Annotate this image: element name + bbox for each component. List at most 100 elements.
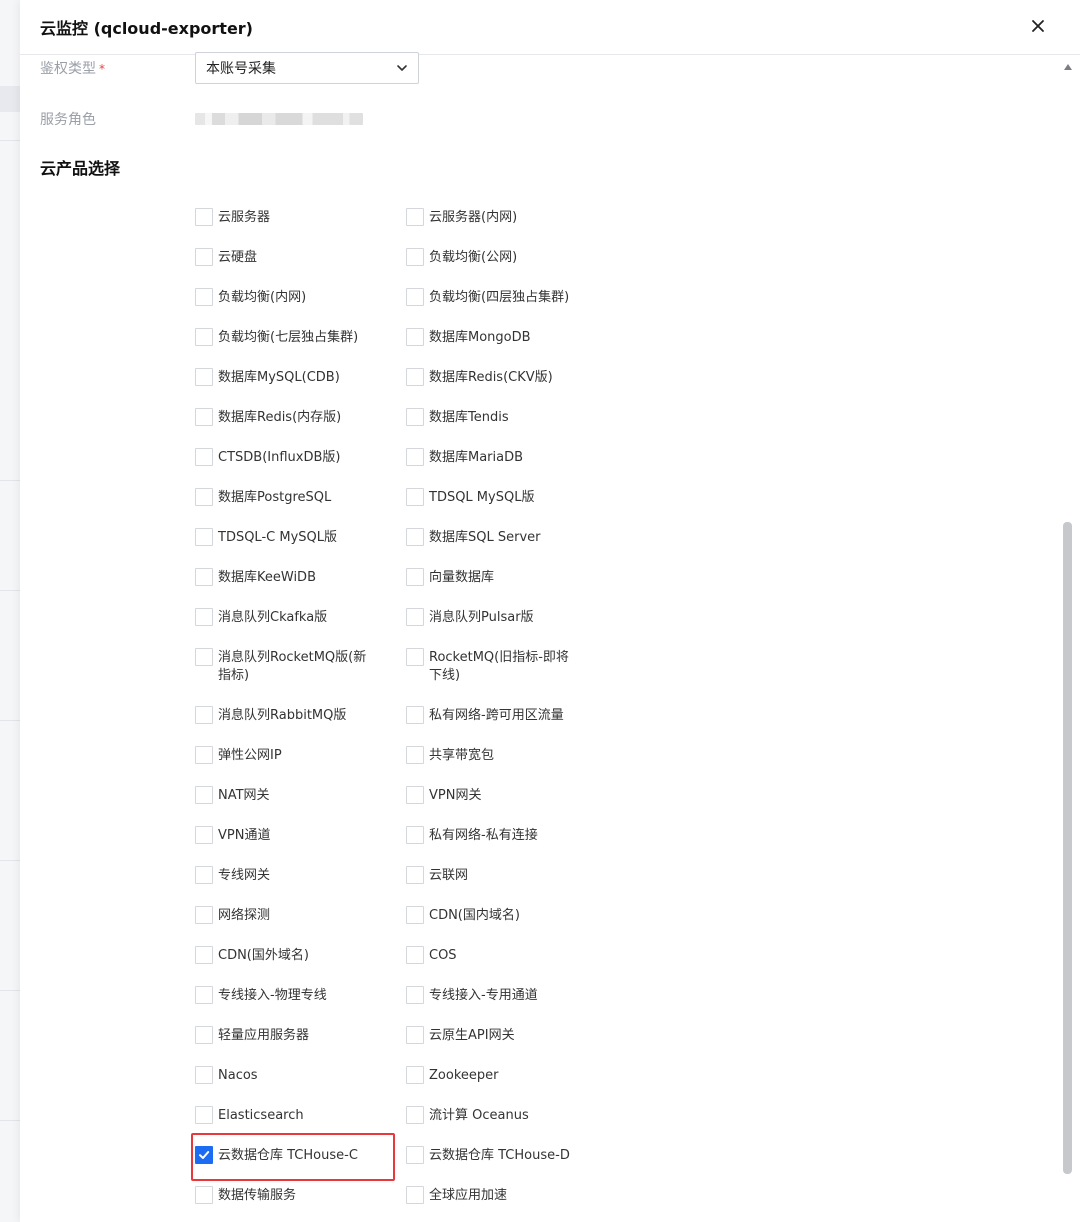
- product-checkbox-item[interactable]: Nacos: [195, 1066, 368, 1085]
- product-checkbox-item[interactable]: CDN(国外域名): [195, 946, 368, 965]
- product-checkbox-item[interactable]: COS: [406, 946, 579, 965]
- product-checkbox-item[interactable]: 向量数据库: [406, 568, 579, 587]
- checkbox[interactable]: [195, 986, 213, 1004]
- product-checkbox-item[interactable]: 共享带宽包: [406, 746, 579, 765]
- product-checkbox-item[interactable]: 数据库Tendis: [406, 408, 579, 427]
- checkbox[interactable]: [195, 568, 213, 586]
- product-checkbox-item[interactable]: 专线接入-专用通道: [406, 986, 579, 1005]
- checkbox[interactable]: [195, 528, 213, 546]
- checkbox[interactable]: [406, 528, 424, 546]
- product-checkbox-item[interactable]: RocketMQ(旧指标-即将下线): [406, 648, 579, 685]
- product-checkbox-item[interactable]: 云硬盘: [195, 248, 368, 267]
- checkbox[interactable]: [406, 786, 424, 804]
- product-checkbox-item[interactable]: 数据库MariaDB: [406, 448, 579, 467]
- checkbox[interactable]: [406, 1146, 424, 1164]
- checkbox[interactable]: [406, 1106, 424, 1124]
- product-checkbox-item[interactable]: 私有网络-私有连接: [406, 826, 579, 845]
- product-checkbox-item[interactable]: CTSDB(InfluxDB版): [195, 448, 368, 467]
- checkbox[interactable]: [195, 288, 213, 306]
- product-checkbox-item[interactable]: 负载均衡(七层独占集群): [195, 328, 368, 347]
- product-checkbox-item[interactable]: 数据传输服务: [195, 1186, 368, 1205]
- product-checkbox-item[interactable]: 负载均衡(公网): [406, 248, 579, 267]
- product-checkbox-item[interactable]: NAT网关: [195, 786, 368, 805]
- product-checkbox-item[interactable]: Zookeeper: [406, 1066, 579, 1085]
- product-checkbox-item[interactable]: VPN网关: [406, 786, 579, 805]
- product-checkbox-item[interactable]: TDSQL-C MySQL版: [195, 528, 368, 547]
- product-checkbox-item[interactable]: 数据库PostgreSQL: [195, 488, 368, 507]
- close-button[interactable]: [1026, 14, 1050, 38]
- product-checkbox-item[interactable]: 消息队列RocketMQ版(新指标): [195, 648, 368, 685]
- product-checkbox-item[interactable]: 私有网络-跨可用区流量: [406, 706, 579, 725]
- product-checkbox-item[interactable]: 云联网: [406, 866, 579, 885]
- product-checkbox-item[interactable]: 云数据仓库 TCHouse-C: [195, 1146, 368, 1165]
- product-checkbox-item[interactable]: 云数据仓库 TCHouse-D: [406, 1146, 579, 1165]
- product-checkbox-item[interactable]: 专线网关: [195, 866, 368, 885]
- checkbox[interactable]: [195, 906, 213, 924]
- product-checkbox-item[interactable]: TDSQL MySQL版: [406, 488, 579, 507]
- checkbox[interactable]: [195, 248, 213, 266]
- checkbox[interactable]: [406, 866, 424, 884]
- product-checkbox-item[interactable]: 网络探测: [195, 906, 368, 925]
- checkbox[interactable]: [406, 568, 424, 586]
- checkbox[interactable]: [406, 488, 424, 506]
- product-checkbox-item[interactable]: Elasticsearch: [195, 1106, 368, 1125]
- product-checkbox-item[interactable]: VPN通道: [195, 826, 368, 845]
- product-checkbox-item[interactable]: 数据库SQL Server: [406, 528, 579, 547]
- product-checkbox-item[interactable]: 数据库MongoDB: [406, 328, 579, 347]
- product-checkbox-item[interactable]: 数据库Redis(内存版): [195, 408, 368, 427]
- checkbox[interactable]: [195, 488, 213, 506]
- checkbox[interactable]: [195, 746, 213, 764]
- checkbox[interactable]: [195, 1186, 213, 1204]
- checkbox[interactable]: [406, 986, 424, 1004]
- checkbox[interactable]: [195, 208, 213, 226]
- checkbox[interactable]: [195, 946, 213, 964]
- product-checkbox-item[interactable]: 流计算 Oceanus: [406, 1106, 579, 1125]
- checkbox[interactable]: [195, 328, 213, 346]
- checkbox[interactable]: [406, 826, 424, 844]
- checkbox[interactable]: [406, 608, 424, 626]
- checkbox[interactable]: [406, 1026, 424, 1044]
- checkbox[interactable]: [195, 826, 213, 844]
- scrollbar-thumb[interactable]: [1063, 522, 1072, 1174]
- checkbox[interactable]: [195, 1106, 213, 1124]
- auth-type-select[interactable]: 本账号采集: [195, 52, 419, 84]
- product-checkbox-item[interactable]: 全球应用加速: [406, 1186, 579, 1205]
- checkbox[interactable]: [195, 706, 213, 724]
- product-checkbox-item[interactable]: 云原生API网关: [406, 1026, 579, 1045]
- checkbox[interactable]: [406, 288, 424, 306]
- checkbox[interactable]: [195, 866, 213, 884]
- product-checkbox-item[interactable]: 云服务器(内网): [406, 208, 579, 227]
- product-checkbox-item[interactable]: 消息队列Ckafka版: [195, 608, 368, 627]
- checkbox[interactable]: [406, 648, 424, 666]
- product-checkbox-item[interactable]: 轻量应用服务器: [195, 1026, 368, 1045]
- checkbox[interactable]: [195, 648, 213, 666]
- checkbox[interactable]: [406, 368, 424, 386]
- checkbox[interactable]: [406, 208, 424, 226]
- checkbox[interactable]: [195, 368, 213, 386]
- product-checkbox-item[interactable]: 数据库MySQL(CDB): [195, 368, 368, 387]
- checkbox[interactable]: [195, 448, 213, 466]
- checkbox[interactable]: [406, 906, 424, 924]
- product-checkbox-item[interactable]: 数据库KeeWiDB: [195, 568, 368, 587]
- checkbox[interactable]: [195, 1066, 213, 1084]
- product-checkbox-item[interactable]: 负载均衡(内网): [195, 288, 368, 307]
- checkbox[interactable]: [195, 786, 213, 804]
- checkbox[interactable]: [406, 746, 424, 764]
- product-checkbox-item[interactable]: 消息队列RabbitMQ版: [195, 706, 368, 725]
- checkbox[interactable]: [406, 1186, 424, 1204]
- checkbox[interactable]: [406, 706, 424, 724]
- checkbox[interactable]: [406, 328, 424, 346]
- product-checkbox-item[interactable]: 弹性公网IP: [195, 746, 368, 765]
- product-checkbox-item[interactable]: CDN(国内域名): [406, 906, 579, 925]
- checkbox[interactable]: [406, 248, 424, 266]
- checkbox-checked[interactable]: [195, 1146, 213, 1164]
- product-checkbox-item[interactable]: 负载均衡(四层独占集群): [406, 288, 579, 307]
- scroll-up-icon[interactable]: [1063, 62, 1073, 72]
- checkbox[interactable]: [406, 946, 424, 964]
- checkbox[interactable]: [195, 1026, 213, 1044]
- product-checkbox-item[interactable]: 专线接入-物理专线: [195, 986, 368, 1005]
- checkbox[interactable]: [406, 1066, 424, 1084]
- checkbox[interactable]: [406, 408, 424, 426]
- checkbox[interactable]: [406, 448, 424, 466]
- product-checkbox-item[interactable]: 消息队列Pulsar版: [406, 608, 579, 627]
